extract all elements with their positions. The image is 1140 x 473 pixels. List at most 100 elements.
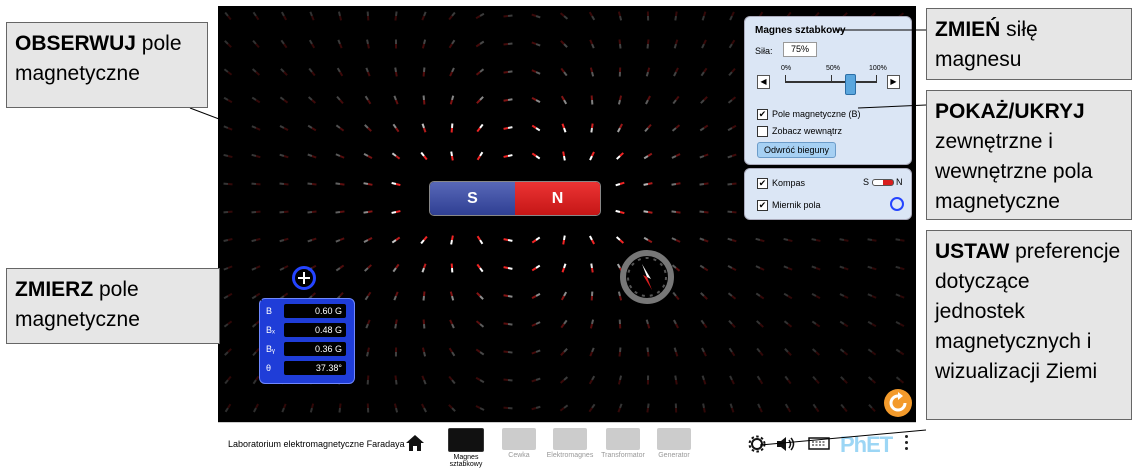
field-arrow [392, 263, 400, 273]
field-arrow [279, 210, 289, 214]
reset-all-button[interactable] [884, 389, 912, 417]
field-meter[interactable]: B 0.60 G Bₓ 0.48 G Bᵧ 0.36 G θ 37.38° [259, 298, 355, 384]
field-arrow [366, 11, 370, 21]
compass[interactable] [620, 250, 674, 304]
speaker-icon [777, 437, 795, 451]
simulation-play-area[interactable]: S N B 0.60 G Bₓ 0.48 G Bᵧ 0.36 G θ 37.38… [218, 6, 916, 422]
field-arrow [279, 153, 289, 159]
screen-bar-magnet[interactable]: Magnes sztabkowy [442, 428, 490, 468]
field-arrow [728, 39, 736, 49]
field-arrow [476, 96, 484, 104]
compass-checkbox[interactable]: ✔ [757, 178, 768, 189]
field-arrow [224, 375, 232, 385]
field-arrow [618, 39, 622, 49]
bar-magnet-thumb-icon [448, 428, 484, 452]
field-arrow [224, 40, 232, 48]
electromagnet-thumb-icon [553, 428, 587, 450]
field-arrow [617, 11, 623, 21]
field-arrow [560, 67, 568, 77]
field-arrow [394, 375, 398, 385]
screen-transformer[interactable]: Transformator [599, 428, 647, 459]
field-arrow [895, 265, 905, 271]
field-arrow [727, 210, 737, 214]
screen-generator[interactable]: Generator [650, 428, 698, 459]
panel-title: Magnes sztabkowy [755, 25, 846, 36]
field-arrow [727, 124, 737, 132]
field-arrow [727, 182, 737, 186]
field-arrow [335, 124, 345, 132]
meter-row-theta: θ 37.38° [264, 361, 350, 376]
compass-needle-icon [627, 257, 667, 297]
callout-observe: OBSERWUJ pole magnetyczne [6, 22, 208, 108]
field-arrow [839, 293, 849, 299]
field-arrow [617, 95, 623, 105]
mini-compass-icon [871, 179, 894, 187]
field-arrow [393, 291, 399, 301]
tick-label-50: 50% [826, 65, 841, 72]
field-arrow [279, 96, 289, 104]
phet-logo[interactable]: PhET [840, 432, 893, 458]
field-arrow [223, 182, 233, 186]
field-arrow [562, 235, 566, 245]
keyboard-help-button[interactable] [808, 435, 830, 456]
field-arrow [867, 348, 877, 356]
callout-bold: ZMIEŃ [935, 18, 1001, 41]
field-arrow [476, 123, 484, 133]
compass-legend: S N [863, 177, 903, 187]
meter-checkbox[interactable]: ✔ [757, 200, 768, 211]
strength-increase-button[interactable]: ▶ [887, 75, 900, 89]
field-arrow [560, 348, 568, 356]
field-arrow [699, 264, 709, 272]
field-arrow [727, 264, 737, 272]
field-arrow [450, 151, 454, 161]
field-arrow [475, 405, 485, 411]
screen-pickup-coil[interactable]: Cewka [495, 428, 543, 459]
bar-magnet[interactable]: S N [430, 182, 600, 215]
field-arrow [252, 11, 260, 21]
strength-decrease-button[interactable]: ◀ [757, 75, 770, 89]
field-arrow [503, 238, 513, 242]
meter-row-by: Bᵧ 0.36 G [264, 342, 350, 357]
field-arrow [643, 210, 653, 214]
field-arrow [589, 67, 595, 77]
field-arrow [421, 11, 427, 21]
field-arrow [531, 13, 541, 19]
field-arrow [363, 210, 373, 214]
callout-show: POKAŻ/UKRYJ zewnętrzne i wewnętrzne pola… [926, 90, 1132, 220]
field-arrow [616, 152, 624, 160]
preferences-button[interactable] [748, 435, 766, 458]
strength-slider-track[interactable] [785, 81, 877, 83]
field-arrow [363, 152, 373, 160]
field-arrow [476, 263, 484, 273]
field-arrow [645, 95, 651, 105]
field-arrow [309, 403, 315, 413]
field-arrow [223, 265, 233, 271]
field-arrow [643, 236, 653, 244]
field-arrow [671, 210, 681, 214]
field-arrow [503, 350, 513, 354]
gear-icon [748, 435, 766, 453]
field-arrow [617, 291, 623, 301]
field-checkbox[interactable]: ✔ [757, 109, 768, 120]
menu-button[interactable] [905, 435, 909, 453]
field-arrow [588, 11, 596, 21]
home-button[interactable] [406, 435, 424, 456]
field-meter-probe[interactable] [292, 266, 316, 290]
audio-button[interactable] [775, 435, 797, 458]
field-arrow [279, 125, 289, 131]
field-arrow [422, 95, 426, 105]
field-arrow [699, 182, 709, 186]
field-arrow [615, 236, 625, 244]
field-arrow [699, 237, 709, 243]
screen-electromagnet[interactable]: Elektromagnes [546, 428, 594, 459]
field-arrow [784, 375, 792, 385]
field-arrow [645, 319, 651, 329]
field-arrow [755, 237, 765, 243]
flip-polarity-button[interactable]: Odwróć bieguny [757, 142, 837, 158]
tick-label-100: 100% [869, 65, 887, 72]
strength-slider-thumb[interactable] [845, 74, 856, 95]
field-arrow [531, 321, 541, 327]
field-arrow [475, 12, 485, 20]
field-arrow [335, 210, 345, 214]
inside-checkbox[interactable] [757, 126, 768, 137]
